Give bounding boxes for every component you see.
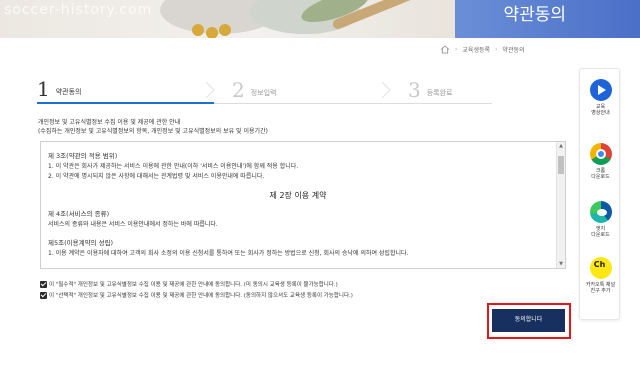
banner-decoration [192, 24, 204, 36]
sidebar-item-label: 친구 추가 [590, 288, 611, 294]
quick-menu: 교육 영상안내 크롬 다운로드 엣지 다운로드 Ch 카카오톡 채널 친구 추가 [579, 68, 620, 320]
breadcrumb-item[interactable]: 약관동의 [502, 45, 524, 54]
sidebar-item-kakao-channel[interactable]: Ch 카카오톡 채널 친구 추가 [580, 257, 621, 294]
step-number: 2 [232, 78, 245, 102]
chevron-right-icon: › [495, 45, 498, 53]
article-text: 1. 이용 계약은 이용자에 대하여 고객의 회사 소정의 이용 신청서를 통하… [48, 249, 409, 257]
page-title: 약관동의 [503, 5, 566, 25]
chevron-right-icon: › [455, 45, 458, 53]
step-number: 1 [37, 77, 50, 101]
intro-subtitle: (수집하는 개인정보 및 고유식별정보의 항목, 개인정보 및 고유식별정보의 … [38, 128, 268, 135]
watermark: soccer-history.com [4, 2, 153, 18]
agree-button[interactable]: 동의합니다 [492, 309, 565, 332]
article-text: 2. 이 약관에 명시되지 않은 사항에 대해서는 관계법령 및 서비스 이용안… [48, 173, 265, 180]
intro-title: 개인정보 및 고유식별정보 수집 이용 및 제공에 관한 안내 [38, 119, 181, 126]
chevron-right-icon [381, 82, 391, 98]
article-title: 제 3조(약관의 적용 범위) [48, 152, 118, 160]
sidebar-item-label: 영상안내 [591, 110, 610, 116]
article-title: 제5조(이용계약의 성립) [48, 239, 114, 247]
article-title: 제 4조(서비스의 종류) [48, 210, 110, 218]
edge-icon [589, 201, 612, 223]
step-label: 정보입력 [250, 89, 277, 97]
scroll-thumb[interactable] [558, 156, 564, 174]
checkbox-label: 이 "선택적" 개인정보 및 고유식별정보 수집 이용 및 제공에 관한 안내에… [49, 293, 353, 299]
breadcrumb-item[interactable]: 교육생등록 [462, 45, 490, 54]
chrome-icon [589, 143, 612, 165]
agree-required-checkbox[interactable]: 이 "필수적" 개인정보 및 고유식별정보 수집 이용 및 제공에 관한 안내에… [40, 280, 338, 288]
step-3: 3 등록완료 [381, 78, 492, 104]
sidebar-item-chrome-download[interactable]: 크롬 다운로드 [580, 143, 621, 180]
sidebar-item-video-guide[interactable]: 교육 영상안내 [580, 79, 621, 116]
terms-content: 제 3조(약관의 적용 범위) 1. 이 약관은 회사가 제공하는 서비스 이용… [48, 148, 548, 260]
chapter-heading: 제 2장 이용 계약 [269, 190, 327, 200]
chevron-right-icon [205, 82, 215, 98]
step-number: 3 [408, 78, 421, 102]
banner-decoration [219, 24, 231, 36]
play-icon [589, 79, 612, 101]
terms-textbox[interactable]: 제 3조(약관의 적용 범위) 1. 이 약관은 회사가 제공하는 서비스 이용… [40, 141, 566, 269]
kakao-channel-icon: Ch [589, 257, 612, 279]
home-icon[interactable] [440, 44, 450, 54]
checkbox-checked-icon[interactable] [40, 280, 47, 288]
sidebar-item-label: 다운로드 [591, 232, 610, 238]
article-text: 서비스의 종류와 내용은 서비스 이용안내에서 정하는 바에 따릅니다. [48, 220, 218, 228]
scroll-up-icon[interactable]: ▲ [558, 143, 564, 149]
step-label: 약관동의 [55, 88, 82, 96]
sidebar-item-edge-download[interactable]: 엣지 다운로드 [580, 201, 621, 238]
step-1: 1 약관동의 [37, 77, 214, 104]
step-2: 2 정보입력 [205, 78, 390, 104]
scrollbar[interactable]: ▲ ▼ [556, 142, 565, 268]
step-label: 등록완료 [426, 89, 453, 97]
article-text: 1. 이 약관은 회사가 제공하는 서비스 이용에 관한 안내(이하 '서비스 … [48, 162, 299, 170]
step-indicator: 1 약관동의 2 정보입력 3 등록완료 [37, 77, 492, 104]
banner-decoration [206, 27, 218, 38]
agree-optional-checkbox[interactable]: 이 "선택적" 개인정보 및 고유식별정보 수집 이용 및 제공에 관한 안내에… [40, 291, 353, 299]
scroll-down-icon[interactable]: ▼ [558, 261, 564, 267]
sidebar-item-label: 다운로드 [591, 174, 610, 180]
terms-intro: 개인정보 및 고유식별정보 수집 이용 및 제공에 관한 안내 (수집하는 개인… [38, 118, 418, 136]
breadcrumb: › 교육생등록 › 약관동의 [440, 42, 580, 56]
checkbox-checked-icon[interactable] [40, 291, 47, 299]
checkbox-label: 이 "필수적" 개인정보 및 고유식별정보 수집 이용 및 제공에 관한 안내에… [49, 282, 338, 288]
header-banner: soccer-history.com 약관동의 [0, 0, 640, 38]
